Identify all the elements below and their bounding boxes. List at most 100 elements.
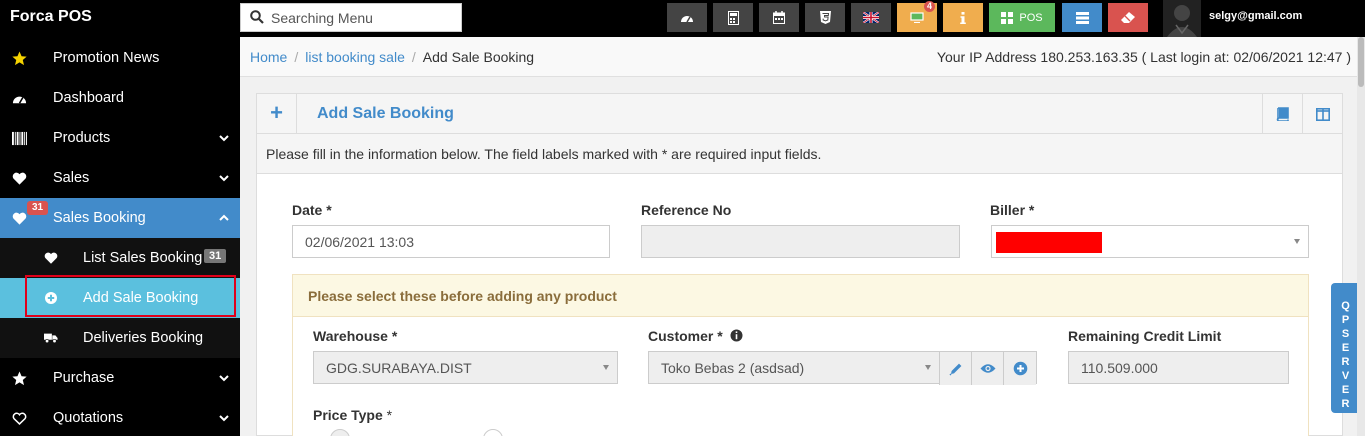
sidebar-item-label: List Sales Booking [83, 250, 203, 266]
sidebar-subitem-add-sale-booking[interactable]: Add Sale Booking [0, 275, 240, 318]
sidebar-item-purchase[interactable]: Purchase [0, 358, 240, 398]
heart-outline-icon [12, 412, 27, 425]
breadcrumb-current: Add Sale Booking [422, 49, 535, 65]
language-button[interactable] [851, 3, 891, 32]
add-sale-booking-panel: + Add Sale Booking Please fill in the in… [256, 93, 1343, 436]
dashboard-button[interactable] [667, 3, 707, 32]
price-type-radio-2[interactable] [483, 429, 503, 436]
monitor-button[interactable]: 4 [897, 1, 937, 32]
customer-select[interactable]: Toko Bebas 2 (asdsad) [648, 351, 1037, 385]
sidebar-item-label: Purchase [53, 370, 115, 386]
customer-value: Toko Bebas 2 (asdsad) [661, 360, 805, 376]
calculator-button[interactable] [713, 3, 753, 32]
edit-customer-button[interactable] [939, 352, 971, 385]
biller-select[interactable] [991, 225, 1309, 258]
search-box[interactable] [240, 3, 462, 32]
view-customer-button[interactable] [971, 352, 1003, 385]
remaining-credit-label: Remaining Credit Limit [1068, 328, 1222, 344]
dashboard-icon [12, 96, 27, 104]
reference-no-label: Reference No [641, 202, 732, 218]
heart-icon [12, 172, 27, 185]
css3-button[interactable] [805, 3, 845, 32]
date-label: Date * [292, 202, 332, 218]
pos-icon [1001, 11, 1014, 24]
heart-icon [12, 212, 27, 225]
top-bar: Forca POS 4 POS selgy@gmail.com [0, 0, 1365, 37]
search-icon [250, 10, 264, 24]
brand-logo[interactable]: Forca POS [10, 8, 92, 26]
dashboard-icon [681, 15, 693, 22]
chevron-up-icon [219, 214, 229, 221]
sidebar-item-quotations[interactable]: Quotations [0, 398, 240, 436]
breadcrumb-home[interactable]: Home [250, 49, 287, 65]
plus-circle-icon [1013, 361, 1027, 376]
truck-icon [44, 333, 58, 344]
sidebar: Promotion News Dashboard Products Sales … [0, 37, 240, 436]
sidebar-item-products[interactable]: Products [0, 118, 240, 158]
barcode-icon [12, 131, 27, 146]
page-scrollbar[interactable] [1357, 37, 1365, 436]
chevron-down-icon [219, 175, 229, 182]
warehouse-select[interactable]: GDG.SURABAYA.DIST [313, 351, 618, 384]
calendar-button[interactable] [759, 3, 799, 32]
chevron-down-icon [219, 135, 229, 142]
sidebar-item-label: Sales [53, 170, 90, 186]
page-title: Add Sale Booking [317, 105, 454, 122]
sidebar-item-dashboard[interactable]: Dashboard [0, 78, 240, 118]
pencil-icon [948, 363, 961, 376]
search-input[interactable] [271, 8, 456, 28]
chevron-down-icon [1294, 239, 1300, 244]
chevron-down-icon [603, 365, 609, 370]
user-avatar-icon[interactable] [1163, 0, 1201, 37]
star-icon [12, 51, 27, 66]
list-button[interactable] [1062, 3, 1102, 32]
book-icon [1276, 107, 1289, 121]
user-email[interactable]: selgy@gmail.com [1209, 10, 1302, 22]
scrollbar-thumb[interactable] [1358, 37, 1364, 87]
monitor-badge: 4 [923, 1, 935, 12]
sidebar-item-label: Promotion News [53, 50, 160, 66]
breadcrumb: Home / list booking sale / Add Sale Booking … [240, 37, 1357, 77]
panel-header: + Add Sale Booking [257, 94, 1342, 134]
eraser-button[interactable] [1108, 3, 1148, 32]
sidebar-subitem-list-sales-booking[interactable]: List Sales Booking 31 [0, 238, 240, 278]
price-type-label: Price Type * [313, 407, 392, 423]
biller-label: Biller * [990, 202, 1035, 218]
toggle-layout-button[interactable] [1302, 94, 1342, 134]
info-icon [960, 11, 966, 24]
sidebar-subitem-deliveries-booking[interactable]: Deliveries Booking [0, 318, 240, 358]
eye-icon [980, 364, 995, 373]
calculator-icon [727, 10, 739, 25]
list-icon [1075, 11, 1089, 24]
sidebar-item-sales-booking[interactable]: 31 Sales Booking [0, 198, 240, 238]
sidebar-item-sales[interactable]: Sales [0, 158, 240, 198]
customer-label-text: Customer * [648, 328, 723, 344]
sidebar-item-promotion-news[interactable]: Promotion News [0, 38, 240, 78]
css3-icon [819, 11, 831, 24]
eraser-icon [1121, 12, 1135, 23]
list-sales-booking-count: 31 [204, 249, 227, 263]
pos-button[interactable]: POS [989, 3, 1055, 32]
info-circle-icon[interactable] [730, 329, 743, 342]
info-button[interactable] [943, 3, 983, 32]
ip-login-info: Your IP Address 180.253.163.35 ( Last lo… [936, 49, 1351, 65]
biller-redacted-value [996, 232, 1102, 253]
guide-button[interactable] [1262, 94, 1302, 134]
add-customer-button[interactable] [1003, 352, 1036, 385]
price-type-radio-1[interactable] [330, 429, 350, 436]
remaining-credit-input: 110.509.000 [1068, 351, 1289, 384]
columns-icon [1315, 107, 1330, 121]
sales-booking-badge: 31 [27, 201, 49, 215]
required-asterisk: * [386, 407, 393, 423]
date-input[interactable]: 02/06/2021 13:03 [292, 225, 610, 258]
sidebar-item-label: Quotations [53, 410, 124, 426]
sidebar-item-label: Dashboard [53, 90, 124, 106]
star-icon [12, 371, 27, 386]
heart-icon [44, 252, 58, 264]
breadcrumb-list-booking-sale[interactable]: list booking sale [305, 49, 405, 65]
sidebar-item-label: Sales Booking [53, 210, 146, 226]
chevron-down-icon [925, 365, 931, 370]
calendar-icon [773, 11, 785, 24]
chevron-down-icon [219, 375, 229, 382]
reference-no-input [641, 225, 960, 258]
